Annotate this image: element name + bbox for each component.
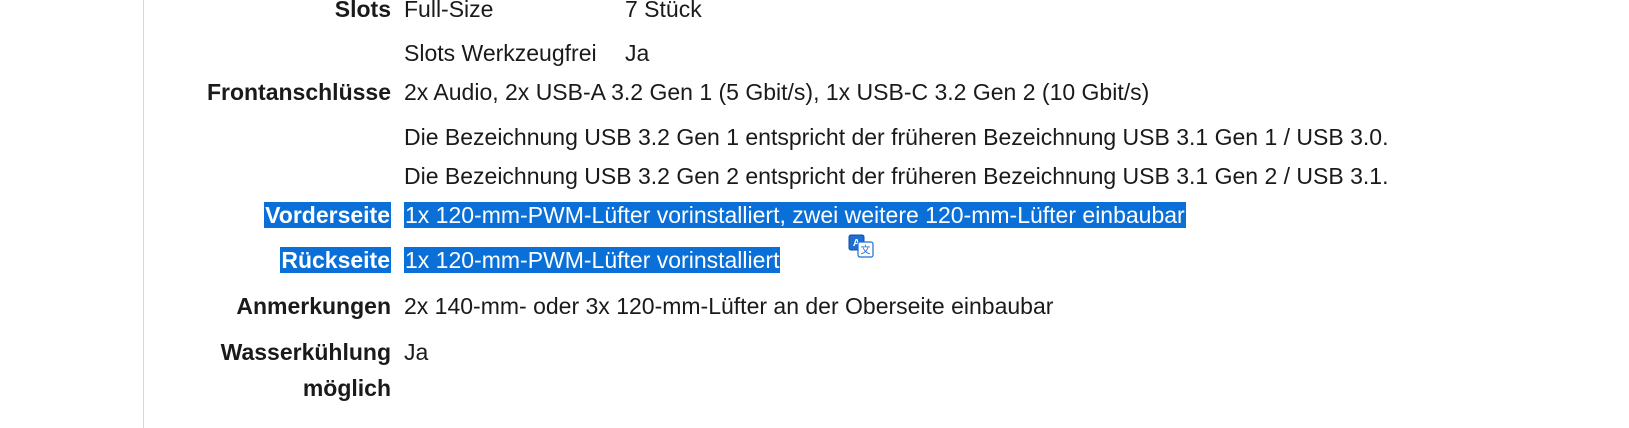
slots-sub-label: Full-Size [404,0,494,22]
label-water-line2: möglich [302,375,391,401]
selected-label-front: Vorderseite [264,202,391,228]
label-slots: Slots [334,0,391,22]
label-notes: Anmerkungen [236,293,391,319]
label-front-ports: Frontanschlüsse [206,79,391,105]
value-water: Ja [404,339,429,365]
slots-tool-value: Ja [625,40,650,66]
svg-text:文: 文 [861,244,871,257]
value-front-ports: 2x Audio, 2x USB-A 3.2 Gen 1 (5 Gbit/s),… [404,79,1150,105]
front-ports-note-1: Die Bezeichnung USB 3.2 Gen 1 entspricht… [404,124,1389,150]
front-ports-note-2: Die Bezeichnung USB 3.2 Gen 2 entspricht… [404,163,1389,189]
selected-label-back: Rückseite [280,247,391,273]
value-notes: 2x 140-mm- oder 3x 120-mm-Lüfter an der … [404,293,1054,319]
value-front: 1x 120-mm-PWM-Lüfter vorinstalliert, zwe… [404,196,1186,234]
spec-table: Slots Full-Size 7 Stück Slots Werkzeugfr… [0,0,1629,428]
slots-value: 7 Stück [625,0,702,22]
selected-value-front: 1x 120-mm-PWM-Lüfter vorinstalliert, zwe… [404,202,1186,228]
translate-icon[interactable]: A 文 [848,234,874,258]
slots-tool-sub-label: Slots Werkzeugfrei [404,40,597,66]
selected-value-back: 1x 120-mm-PWM-Lüfter vorinstalliert [404,247,781,273]
label-water-line1: Wasserkühlung [220,339,391,365]
label-front: Vorderseite [264,196,391,234]
label-back: Rückseite [280,241,391,279]
value-back: 1x 120-mm-PWM-Lüfter vorinstalliert [404,241,781,279]
column-divider [143,0,144,428]
